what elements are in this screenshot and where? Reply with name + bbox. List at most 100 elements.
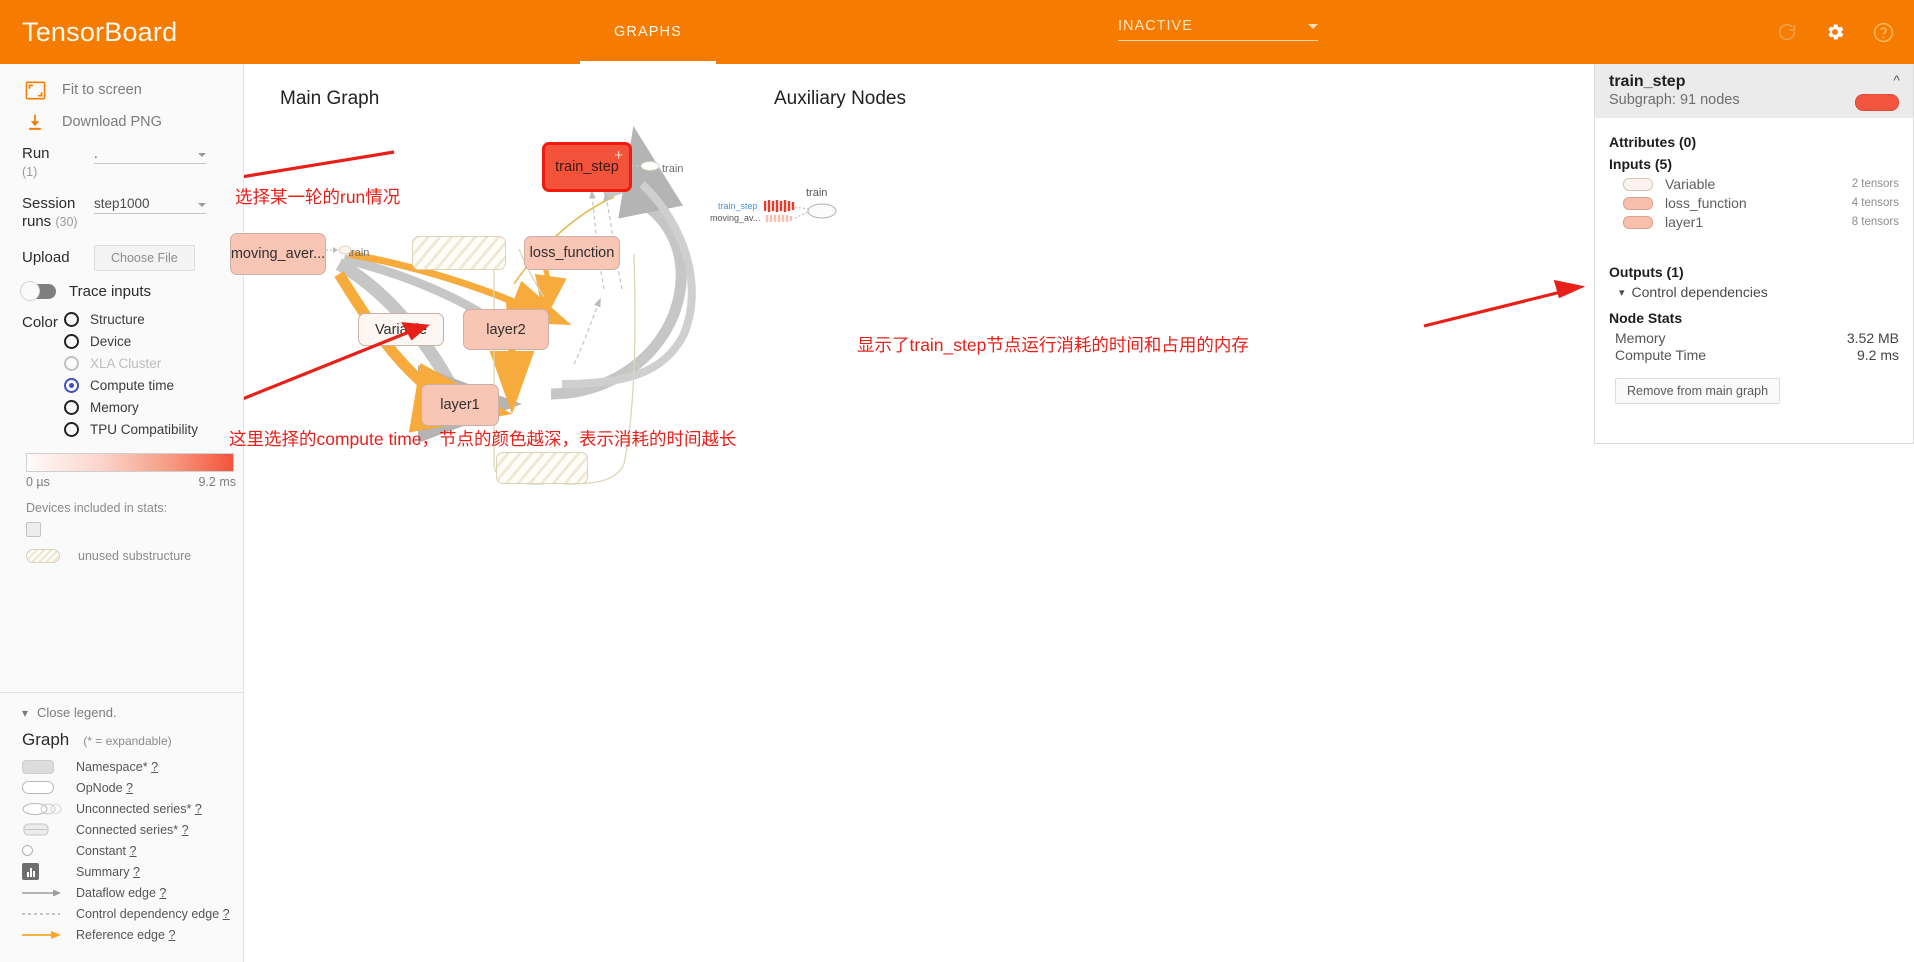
run-count: (1)	[22, 165, 38, 179]
gradient-min-label: 0 µs	[26, 475, 50, 489]
radio-icon-selected	[64, 378, 79, 393]
stat-value: 9.2 ms	[1856, 347, 1899, 363]
input-tensor-count: 2 tensors	[1851, 178, 1899, 190]
input-row-layer1[interactable]: layer1 8 tensors	[1609, 214, 1899, 230]
input-color-swatch	[1623, 196, 1653, 210]
legend-label-text: OpNode	[76, 780, 123, 795]
legend-header: Graph (* = expandable)	[22, 730, 243, 750]
inactive-dropdown-label: INACTIVE	[1118, 18, 1193, 34]
run-label-text: Run	[22, 145, 50, 162]
legend-label-text: Unconnected series*	[76, 801, 192, 816]
legend-label-text: Summary	[76, 864, 130, 879]
device-checkbox[interactable]	[26, 522, 41, 537]
gear-icon[interactable]	[1822, 19, 1848, 45]
color-option-tpu-compatibility[interactable]: TPU Compatibility	[64, 422, 198, 437]
input-row-variable[interactable]: Variable 2 tensors	[1609, 176, 1899, 192]
choose-file-button[interactable]: Choose File	[94, 245, 195, 271]
legend-item-control-dependency-edge: Control dependency edge ?	[22, 903, 243, 924]
trace-inputs-row[interactable]: Trace inputs	[0, 271, 243, 306]
legend-expandable-note: (* = expandable)	[83, 734, 172, 748]
legend-item-label: Namespace* ?	[76, 760, 158, 774]
control-dependencies-toggle[interactable]: ▾ Control dependencies	[1619, 284, 1899, 300]
help-link[interactable]: ?	[223, 907, 230, 921]
color-option-label: XLA Cluster	[90, 356, 162, 371]
chevron-down-icon	[198, 203, 206, 207]
tab-graphs[interactable]: GRAPHS	[580, 0, 716, 64]
node-info-panel: train_step Subgraph: 91 nodes ^ Attribut…	[1594, 64, 1914, 444]
input-color-swatch	[1623, 215, 1653, 229]
fit-to-screen-label: Fit to screen	[62, 82, 142, 98]
input-name: loss_function	[1665, 195, 1747, 211]
color-control: Color Structure Device XLA Cluster Compu…	[0, 306, 243, 437]
legend-label-text: Control dependency edge	[76, 906, 220, 921]
help-icon[interactable]	[1870, 19, 1896, 45]
color-option-label: Memory	[90, 400, 139, 415]
legend-item-label: Dataflow edge ?	[76, 886, 166, 900]
inactive-dropdown[interactable]: INACTIVE	[1118, 18, 1318, 41]
input-name: layer1	[1665, 214, 1704, 230]
input-tensor-count: 4 tensors	[1851, 197, 1899, 209]
help-link[interactable]: ?	[168, 928, 175, 942]
session-runs-control: Session runs (30) step1000	[0, 181, 243, 231]
run-select[interactable]: .	[94, 145, 206, 164]
gradient-max-label: 9.2 ms	[198, 475, 236, 489]
help-link[interactable]: ?	[133, 865, 140, 879]
graph-canvas[interactable]: Main Graph Auxiliary Nodes + train_step …	[229, 64, 1594, 962]
help-link[interactable]: ?	[151, 760, 158, 774]
download-icon	[22, 109, 48, 135]
fit-to-screen-button[interactable]: Fit to screen	[0, 74, 243, 106]
dataflow-edge-icon	[22, 888, 64, 898]
legend-label-text: Reference edge	[76, 927, 165, 942]
help-link[interactable]: ?	[126, 781, 133, 795]
legend-item-namespace: Namespace* ?	[22, 756, 243, 777]
close-legend-button[interactable]: ▾ Close legend.	[22, 705, 243, 720]
legend-item-label: Summary ?	[76, 865, 140, 879]
top-app-bar: TensorBoard GRAPHS INACTIVE	[0, 0, 1914, 64]
stat-key: Compute Time	[1615, 347, 1707, 363]
color-option-compute-time[interactable]: Compute time	[64, 378, 198, 393]
left-sidebar: Fit to screen Download PNG Run (1) . Ses…	[0, 64, 244, 962]
chevron-up-icon[interactable]: ^	[1893, 72, 1900, 88]
help-link[interactable]: ?	[195, 802, 202, 816]
constant-icon	[22, 845, 64, 856]
color-option-memory[interactable]: Memory	[64, 400, 198, 415]
run-control: Run (1) .	[0, 138, 243, 181]
download-png-button[interactable]: Download PNG	[0, 106, 243, 138]
graph-legend: ▾ Close legend. Graph (* = expandable) N…	[0, 692, 243, 962]
color-option-device[interactable]: Device	[64, 334, 198, 349]
legend-item-summary: Summary ?	[22, 861, 243, 882]
color-option-label: Compute time	[90, 378, 175, 393]
help-link[interactable]: ?	[182, 823, 189, 837]
upload-label: Upload	[22, 249, 70, 266]
inputs-header: Inputs (5)	[1609, 156, 1672, 172]
remove-from-main-graph-button[interactable]: Remove from main graph	[1615, 378, 1781, 404]
input-row-loss-function[interactable]: loss_function 4 tensors	[1609, 195, 1899, 211]
compute-time-gradient: 0 µs 9.2 ms	[0, 437, 243, 489]
legend-item-unconnected-series: Unconnected series* ?	[22, 798, 243, 819]
run-select-value: .	[94, 146, 98, 161]
color-option-xla-cluster[interactable]: XLA Cluster	[64, 356, 198, 371]
session-runs-value: step1000	[94, 196, 150, 211]
radio-icon	[64, 312, 79, 327]
download-png-label: Download PNG	[62, 114, 162, 130]
help-link[interactable]: ?	[159, 886, 166, 900]
color-option-structure[interactable]: Structure	[64, 312, 198, 327]
unconnected-series-icon	[22, 802, 64, 816]
radio-icon	[64, 356, 79, 371]
stat-key: Memory	[1615, 330, 1666, 346]
trace-inputs-toggle[interactable]	[20, 281, 56, 301]
radio-icon	[64, 422, 79, 437]
session-runs-select[interactable]: step1000	[94, 195, 206, 214]
opnode-icon	[22, 781, 64, 794]
refresh-icon[interactable]	[1774, 19, 1800, 45]
legend-item-label: Reference edge ?	[76, 928, 175, 942]
session-count: (30)	[55, 215, 78, 229]
color-option-label: Structure	[90, 312, 145, 327]
namespace-icon	[22, 759, 64, 774]
chevron-down-icon	[1308, 23, 1318, 29]
legend-item-dataflow-edge: Dataflow edge ?	[22, 882, 243, 903]
tab-graphs-label: GRAPHS	[614, 24, 682, 40]
help-link[interactable]: ?	[130, 844, 137, 858]
close-legend-label: Close legend.	[37, 705, 117, 720]
legend-item-label: Connected series* ?	[76, 823, 189, 837]
